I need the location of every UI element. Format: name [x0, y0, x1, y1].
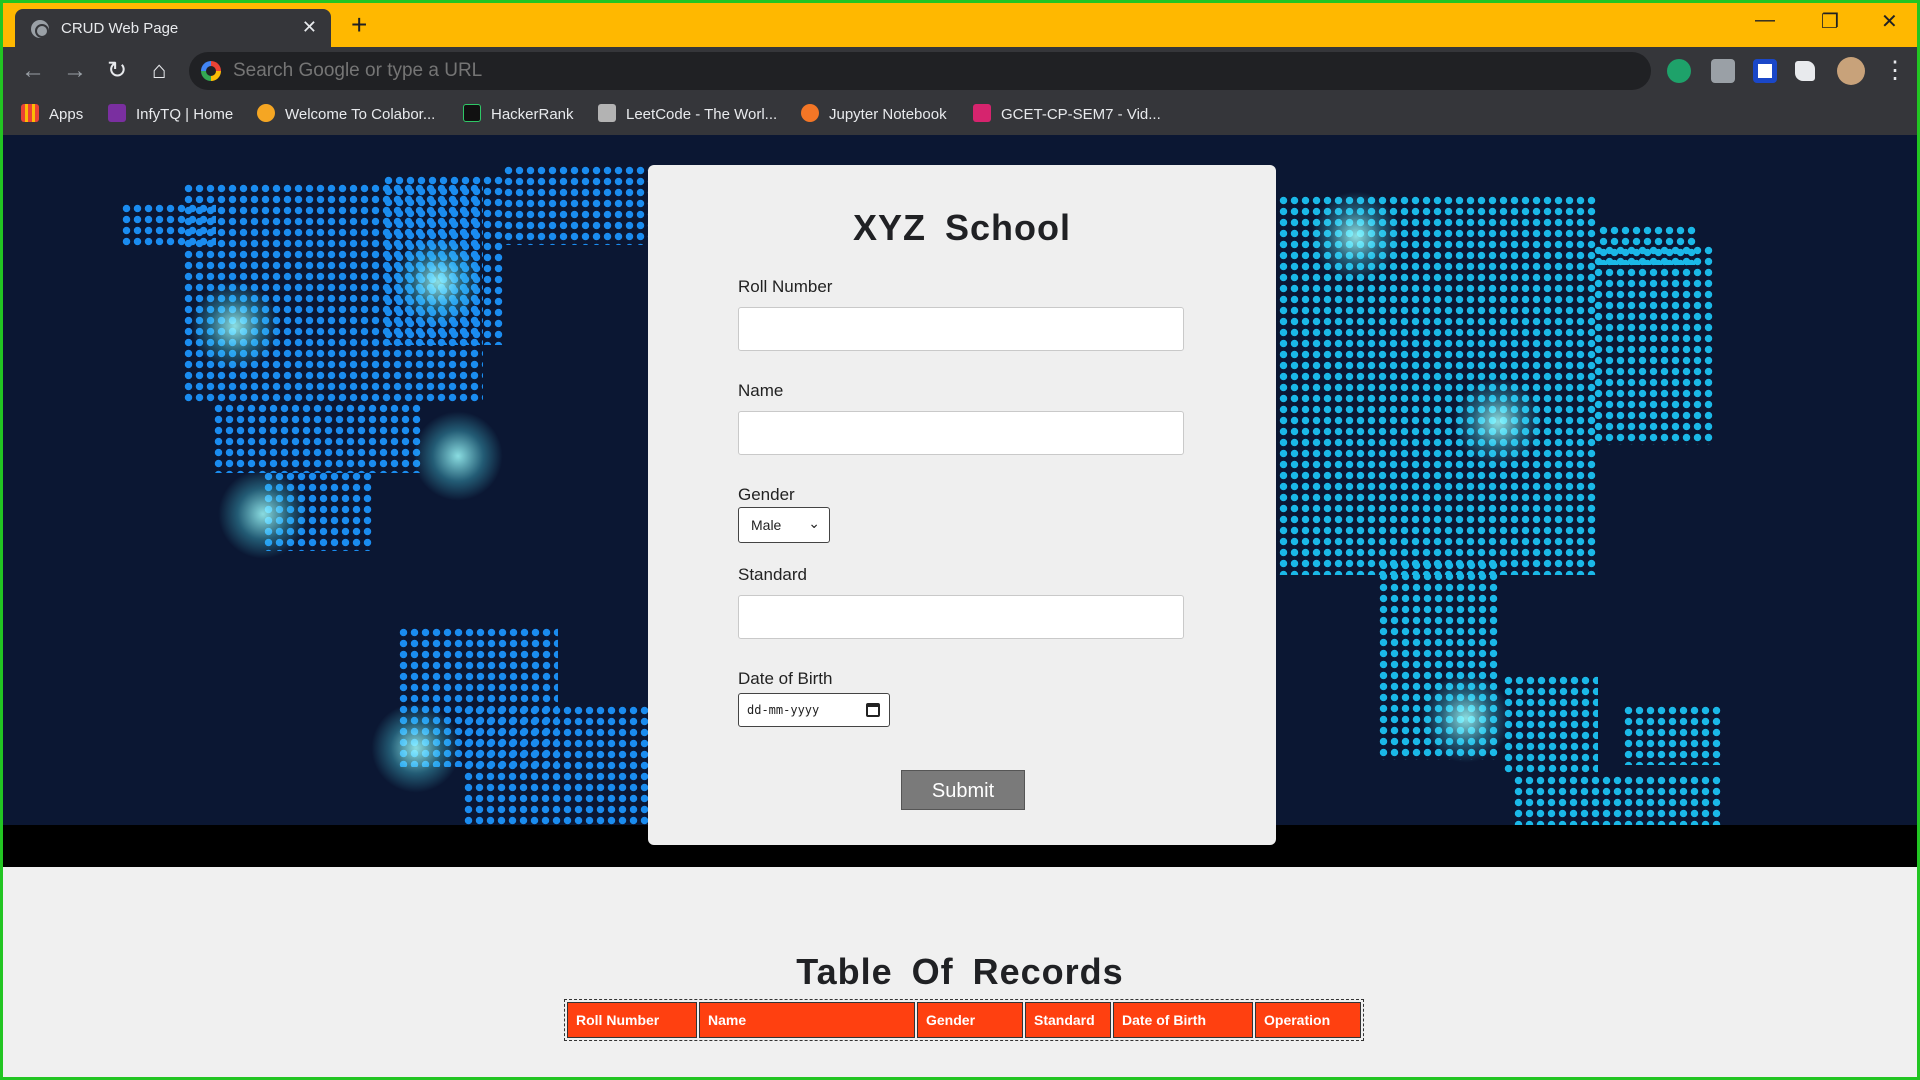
- hackerrank-icon: [463, 104, 481, 122]
- column-header-gender: Gender: [917, 1002, 1023, 1038]
- name-label: Name: [738, 381, 784, 400]
- home-icon[interactable]: ⌂: [145, 57, 173, 85]
- column-header-operation: Operation: [1255, 1002, 1361, 1038]
- toolbar: ← → ↻ ⌂ ⋮: [3, 47, 1917, 95]
- bookmark-jupyter[interactable]: Jupyter Notebook: [801, 104, 947, 126]
- student-form-card: XYZ School Roll Number Name Gender Male …: [648, 165, 1276, 845]
- bookmarks-bar: Apps InfyTQ | Home Welcome To Colabor...…: [3, 95, 1917, 135]
- close-window-button[interactable]: ✕: [1881, 9, 1898, 34]
- column-header-roll-number: Roll Number: [567, 1002, 697, 1038]
- browser-tab[interactable]: CRUD Web Page ✕: [15, 9, 331, 47]
- grammarly-extension-icon[interactable]: [1667, 59, 1691, 83]
- map-glow: [413, 411, 503, 501]
- column-header-standard: Standard: [1025, 1002, 1111, 1038]
- standard-label: Standard: [738, 565, 807, 584]
- title-bar: CRUD Web Page ✕ + — ❐ ✕: [3, 3, 1917, 47]
- quora-extension-icon[interactable]: [1711, 59, 1735, 83]
- bookmark-gcet-video[interactable]: GCET-CP-SEM7 - Vid...: [973, 104, 1161, 126]
- date-of-birth-label: Date of Birth: [738, 669, 833, 688]
- gender-label: Gender: [738, 485, 795, 504]
- address-bar[interactable]: [189, 52, 1651, 90]
- minimize-button[interactable]: —: [1755, 9, 1775, 32]
- bookmark-colab[interactable]: Welcome To Colabor...: [257, 104, 435, 126]
- map-greenland: [503, 165, 648, 245]
- submit-button[interactable]: Submit: [901, 770, 1025, 810]
- standard-input[interactable]: [738, 595, 1184, 639]
- video-icon: [973, 104, 991, 122]
- map-glow: [1311, 191, 1401, 281]
- calendar-icon[interactable]: [866, 703, 880, 717]
- screen-record-extension-icon[interactable]: [1753, 59, 1777, 83]
- roll-number-input[interactable]: [738, 307, 1184, 351]
- infytq-icon: [108, 104, 126, 122]
- table-header-row: Roll Number Name Gender Standard Date of…: [567, 1002, 1361, 1038]
- leetcode-icon: [598, 104, 616, 122]
- profile-avatar[interactable]: [1837, 57, 1865, 85]
- bookmark-infytq[interactable]: InfyTQ | Home: [108, 104, 233, 126]
- colab-icon: [257, 104, 275, 122]
- column-header-date-of-birth: Date of Birth: [1113, 1002, 1253, 1038]
- map-siberia: [1598, 225, 1698, 265]
- date-placeholder: dd-mm-yyyy: [747, 703, 820, 717]
- apps-grid-icon: [21, 104, 39, 122]
- chevron-down-icon: ⌄: [808, 515, 820, 531]
- map-glow: [393, 237, 483, 327]
- back-arrow-icon[interactable]: ←: [19, 57, 47, 85]
- tab-title: CRUD Web Page: [61, 20, 179, 37]
- globe-icon: [31, 20, 49, 38]
- map-east-asia: [1593, 245, 1713, 445]
- jupyter-icon: [801, 104, 819, 122]
- map-new-guinea: [1623, 705, 1723, 765]
- gender-select[interactable]: Male ⌄: [738, 507, 830, 543]
- bookmark-hackerrank[interactable]: HackerRank: [463, 104, 574, 126]
- records-table: Roll Number Name Gender Standard Date of…: [564, 999, 1364, 1041]
- bookmark-leetcode[interactable]: LeetCode - The Worl...: [598, 104, 777, 126]
- column-header-name: Name: [699, 1002, 915, 1038]
- gender-select-value: Male: [751, 517, 782, 533]
- extensions-puzzle-icon[interactable]: [1795, 61, 1815, 81]
- tab-close-icon[interactable]: ✕: [302, 17, 317, 38]
- map-glow: [218, 469, 308, 559]
- map-glow: [190, 281, 280, 371]
- menu-icon[interactable]: ⋮: [1881, 57, 1909, 85]
- map-glow: [1421, 673, 1511, 763]
- map-usa-south: [213, 403, 423, 473]
- map-glow: [1453, 377, 1543, 467]
- form-title: XYZ School: [852, 207, 1072, 248]
- map-indonesia: [1503, 675, 1598, 775]
- roll-number-label: Roll Number: [738, 277, 833, 296]
- address-input[interactable]: [233, 59, 1613, 83]
- date-of-birth-input[interactable]: dd-mm-yyyy: [738, 693, 890, 727]
- reload-icon[interactable]: ↻: [103, 57, 131, 85]
- name-input[interactable]: [738, 411, 1184, 455]
- records-title: Table Of Records: [796, 951, 1124, 992]
- browser-window: CRUD Web Page ✕ + — ❐ ✕ ← → ↻ ⌂ ⋮ Apps I…: [0, 0, 1920, 1080]
- bookmark-apps[interactable]: Apps: [21, 104, 83, 126]
- forward-arrow-icon[interactable]: →: [61, 57, 89, 85]
- new-tab-button[interactable]: +: [351, 9, 367, 41]
- map-glow: [371, 703, 461, 793]
- google-icon: [201, 61, 221, 81]
- restore-button[interactable]: ❐: [1821, 9, 1839, 34]
